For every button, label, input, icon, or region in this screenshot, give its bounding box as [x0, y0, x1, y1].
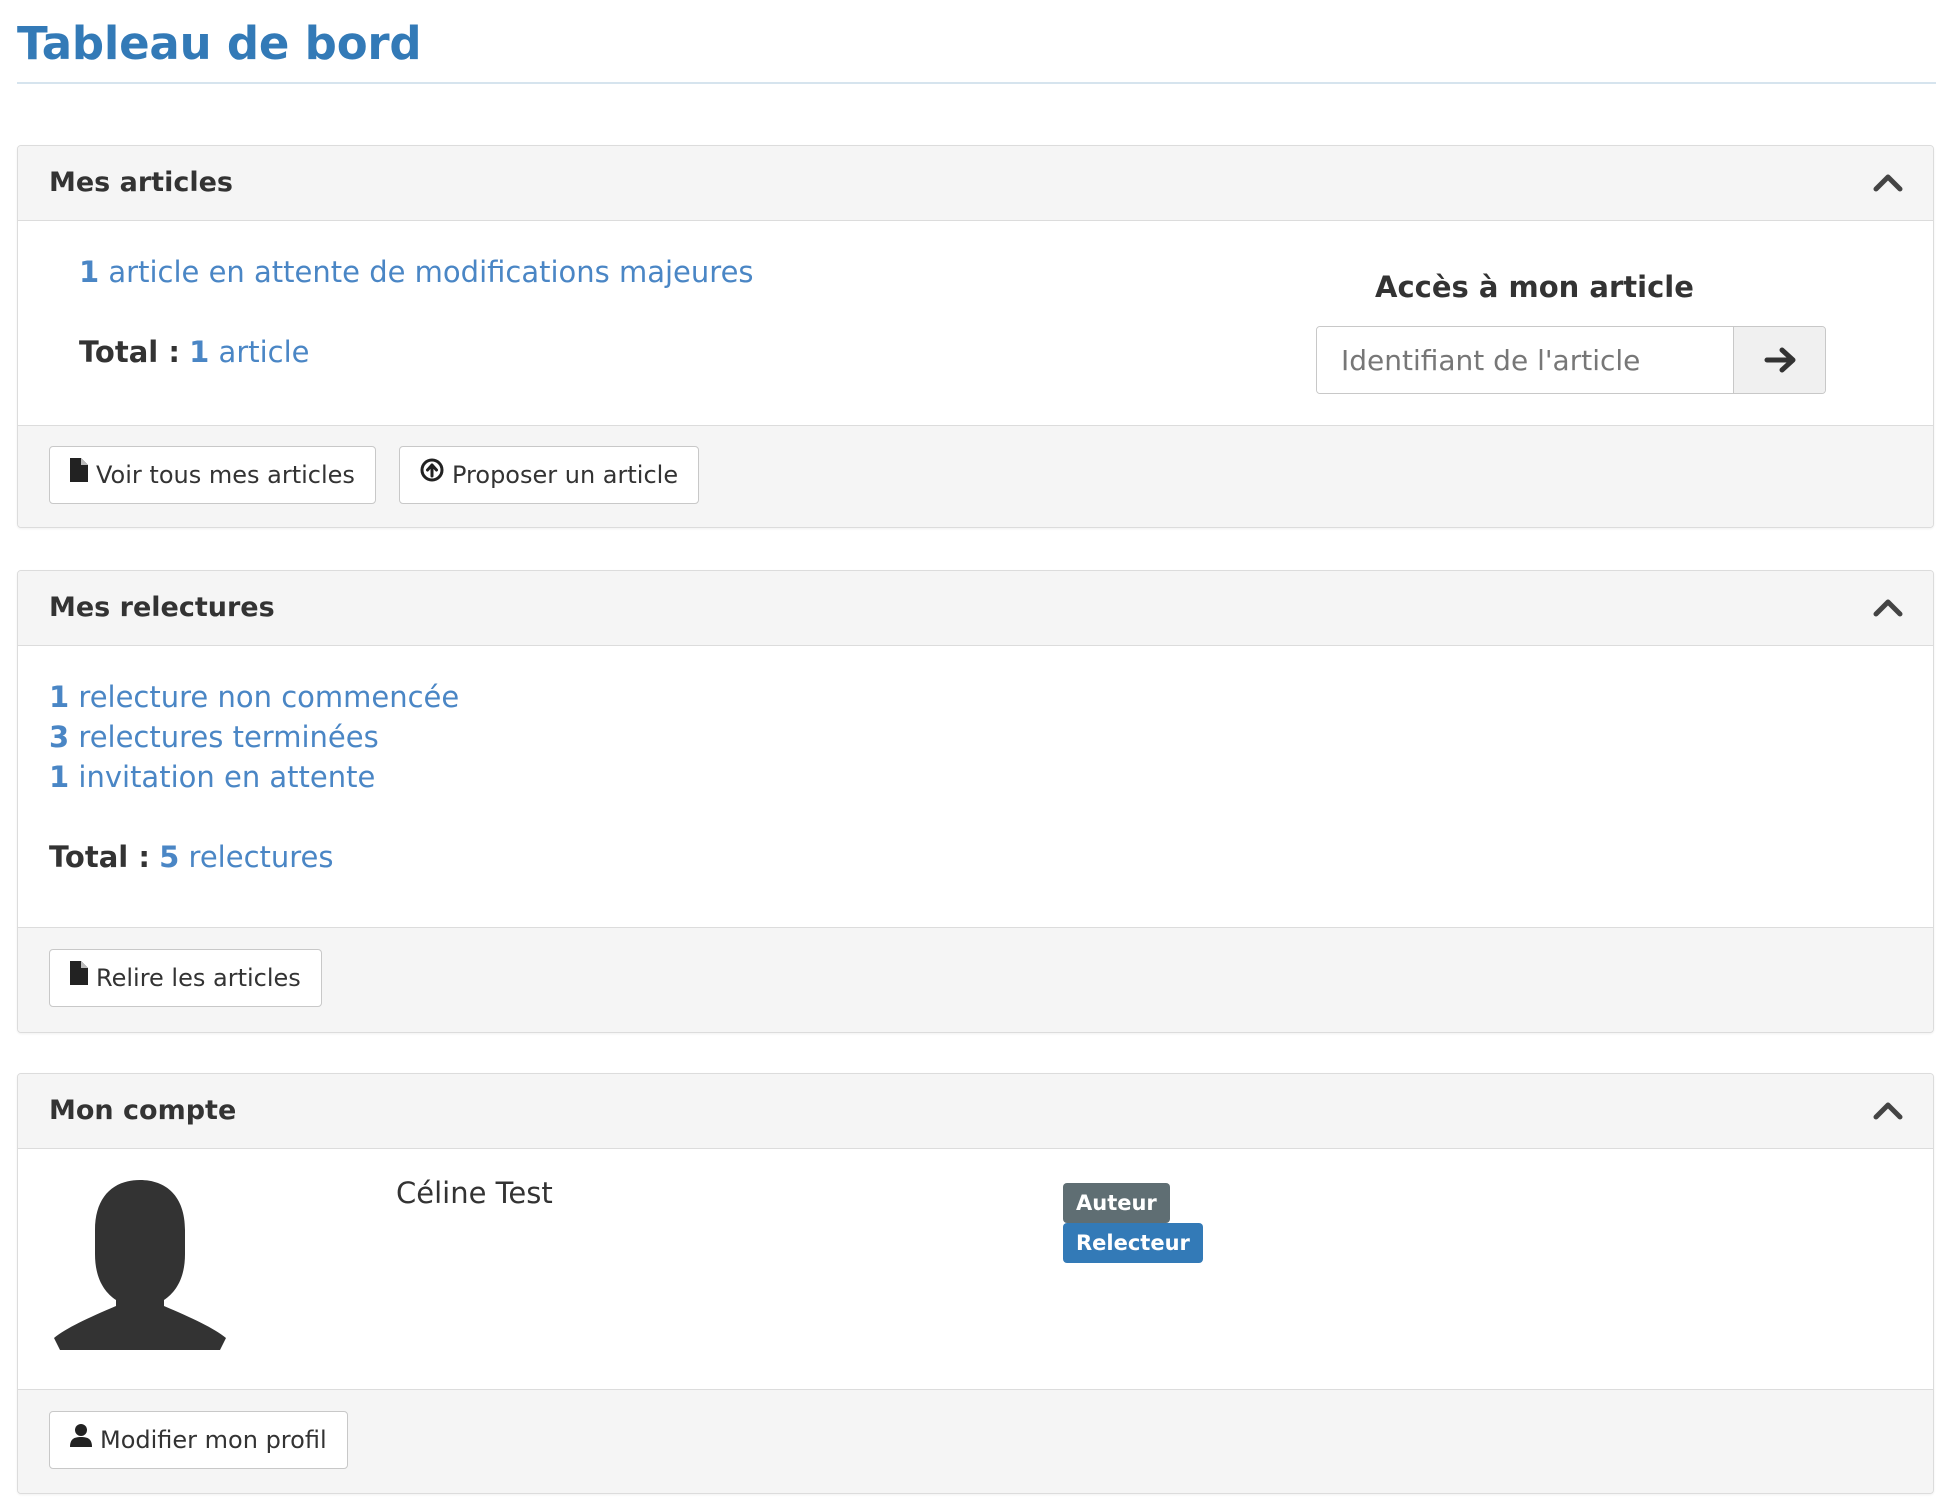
articles-total-count[interactable]: 1 — [189, 335, 209, 369]
arrow-right-icon — [1764, 347, 1796, 373]
articles-pending-text: article en attente de modifications maje… — [108, 255, 754, 289]
articles-total-label: Total : — [79, 335, 180, 369]
edit-profile-label: Modifier mon profil — [100, 1426, 327, 1454]
article-access-submit-button[interactable] — [1733, 327, 1825, 393]
article-access-title: Accès à mon article — [1375, 270, 1694, 304]
reviews-panel-footer: Relire les articles — [18, 927, 1933, 1032]
reviews-panel-heading: Mes relectures — [18, 571, 1933, 646]
articles-total-unit[interactable]: article — [219, 335, 310, 369]
articles-panel-footer: Voir tous mes articles Proposer un artic… — [18, 425, 1933, 527]
reviews-finished-text: relectures terminées — [78, 720, 379, 754]
reviews-invitations-text: invitation en attente — [78, 760, 376, 794]
edit-profile-button[interactable]: Modifier mon profil — [49, 1411, 348, 1469]
propose-article-label: Proposer un article — [452, 461, 679, 489]
articles-panel-title: Mes articles — [49, 167, 233, 198]
reviews-panel: Mes relectures 1 relecture non commencée… — [17, 570, 1934, 1033]
view-all-articles-label: Voir tous mes articles — [96, 461, 355, 489]
title-divider — [17, 82, 1936, 84]
article-id-input[interactable] — [1317, 327, 1733, 393]
articles-pending-link[interactable]: 1 article en attente de modifications ma… — [79, 252, 754, 292]
reviews-not-started-count: 1 — [49, 680, 70, 714]
review-articles-label: Relire les articles — [96, 964, 301, 992]
reviews-total-unit[interactable]: relectures — [189, 840, 334, 874]
chevron-up-icon[interactable] — [1873, 1098, 1903, 1124]
reviews-finished-count: 3 — [49, 720, 70, 754]
reviews-not-started-text: relecture non commencée — [78, 680, 460, 714]
propose-article-button[interactable]: Proposer un article — [399, 446, 700, 504]
user-name: Céline Test — [396, 1176, 553, 1210]
reviews-finished-link[interactable]: 3 relectures terminées — [49, 717, 379, 757]
file-icon — [70, 949, 88, 1005]
reviews-invitations-count: 1 — [49, 760, 70, 794]
user-icon — [70, 1411, 92, 1467]
reviews-total-label: Total : — [49, 840, 150, 874]
article-access-group — [1316, 326, 1826, 394]
reviews-not-started-link[interactable]: 1 relecture non commencée — [49, 677, 459, 717]
account-panel-heading: Mon compte — [18, 1074, 1933, 1149]
articles-pending-count: 1 — [79, 255, 100, 289]
view-all-articles-button[interactable]: Voir tous mes articles — [49, 446, 376, 504]
page-title: Tableau de bord — [17, 17, 422, 70]
file-icon — [70, 446, 88, 502]
articles-total: Total : 1 article — [79, 332, 310, 372]
account-panel: Mon compte Modifier mon profil — [17, 1073, 1934, 1494]
avatar — [52, 1178, 228, 1350]
role-badge-reviewer: Relecteur — [1063, 1223, 1203, 1263]
reviews-total: Total : 5 relectures — [49, 837, 334, 877]
reviews-invitations-link[interactable]: 1 invitation en attente — [49, 757, 375, 797]
upload-circle-icon — [420, 446, 444, 502]
role-badge-author: Auteur — [1063, 1183, 1170, 1223]
reviews-total-count[interactable]: 5 — [159, 840, 179, 874]
chevron-up-icon[interactable] — [1873, 595, 1903, 621]
account-panel-footer: Modifier mon profil — [18, 1389, 1933, 1493]
reviews-panel-title: Mes relectures — [49, 592, 275, 623]
chevron-up-icon[interactable] — [1873, 170, 1903, 196]
articles-panel-heading: Mes articles — [18, 146, 1933, 221]
account-panel-title: Mon compte — [49, 1095, 237, 1126]
dashboard-page: Tableau de bord Mes articles 1 article e… — [0, 0, 1948, 1502]
review-articles-button[interactable]: Relire les articles — [49, 949, 322, 1007]
